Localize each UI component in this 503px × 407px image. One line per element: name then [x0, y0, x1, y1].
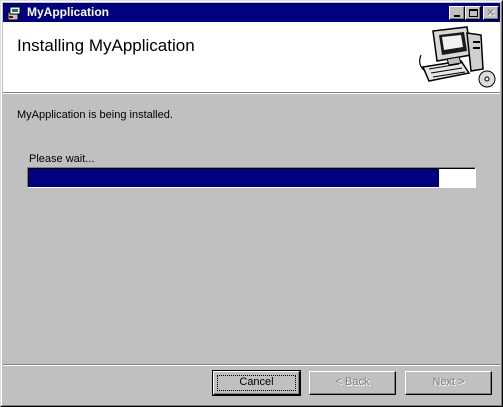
cancel-button[interactable]: Cancel	[212, 370, 301, 396]
header-panel: Installing MyApplication	[3, 22, 500, 92]
computer-setup-icon	[419, 26, 496, 88]
minimize-icon	[454, 15, 460, 17]
title-bar[interactable]: MyApplication ✕	[3, 3, 500, 22]
next-button[interactable]: Next >	[405, 371, 492, 395]
window-title: MyApplication	[27, 5, 110, 19]
next-button-label: Next >	[432, 376, 465, 388]
cancel-button-label: Cancel	[239, 376, 274, 388]
minimize-button[interactable]	[449, 6, 465, 20]
close-icon: ✕	[486, 7, 496, 19]
page-title: Installing MyApplication	[17, 36, 195, 55]
back-button[interactable]: < Back	[309, 371, 396, 395]
progress-fill	[29, 169, 440, 187]
installer-app-icon	[7, 6, 21, 21]
install-progress-bar	[27, 167, 476, 188]
install-status-message: MyApplication is being installed.	[17, 109, 173, 121]
header-divider	[3, 92, 500, 94]
please-wait-label: Please wait...	[29, 153, 95, 165]
back-button-label: < Back	[335, 376, 370, 388]
maximize-button[interactable]	[465, 6, 481, 20]
close-button[interactable]: ✕	[483, 6, 499, 20]
footer-divider	[3, 364, 500, 366]
progress-track	[28, 168, 475, 187]
maximize-icon	[469, 9, 478, 17]
installer-window: MyApplication ✕ Installing MyApplication	[0, 0, 503, 407]
